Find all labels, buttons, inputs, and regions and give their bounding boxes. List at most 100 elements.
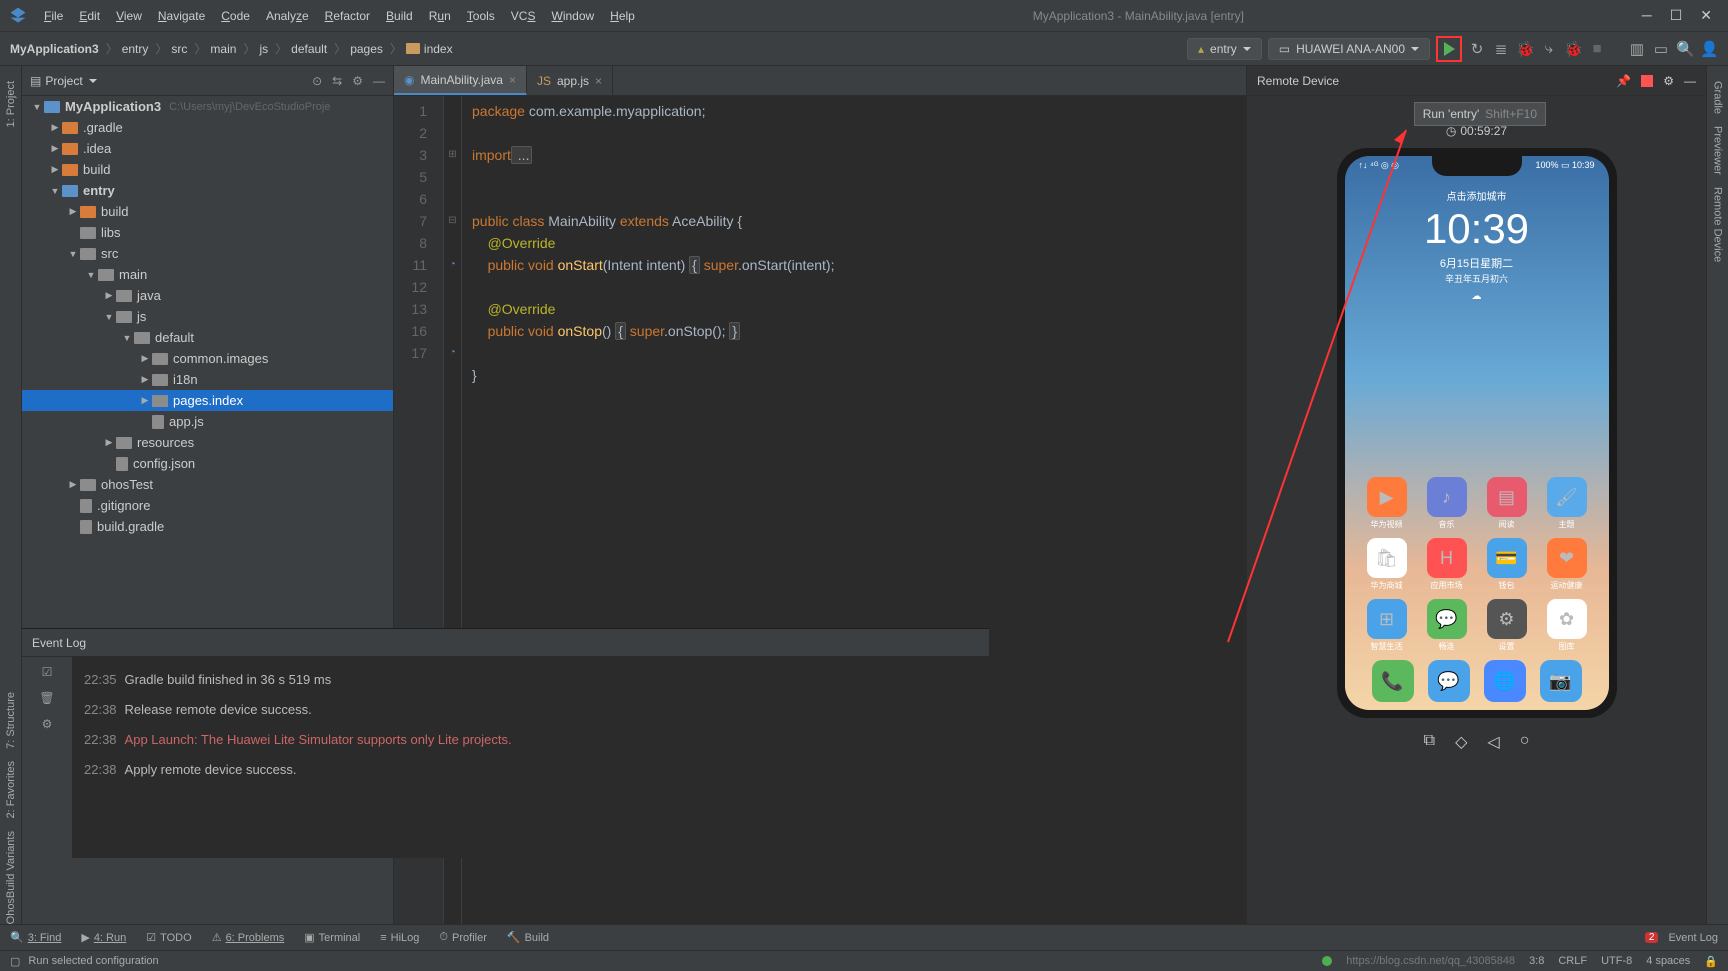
tool-remotedevice[interactable]: Remote Device (1712, 187, 1724, 262)
indent[interactable]: 4 spaces (1646, 955, 1690, 967)
gear-icon[interactable]: ⚙ (1663, 74, 1674, 88)
app-icon[interactable]: 🖌主题 (1543, 477, 1591, 530)
rerun-icon[interactable]: ↻ (1468, 40, 1486, 58)
close-icon[interactable]: × (595, 74, 602, 88)
minimize-button[interactable]: ─ (1642, 7, 1652, 24)
tree-item[interactable]: app.js (22, 411, 393, 432)
breadcrumb-item[interactable]: src (171, 42, 187, 56)
bb-hilog[interactable]: ≡ HiLog (380, 932, 419, 944)
tree-item[interactable]: ▶java (22, 285, 393, 306)
tree-item[interactable]: ▶pages.index (22, 390, 393, 411)
app-icon[interactable]: ♪音乐 (1423, 477, 1471, 530)
bb-build[interactable]: 🔨 Build (507, 931, 549, 944)
menu-analyze[interactable]: Analyze (258, 9, 317, 23)
run-config-dropdown[interactable]: ▴entry (1187, 38, 1262, 60)
coverage-icon[interactable]: ≣ (1492, 40, 1510, 58)
tree-item[interactable]: config.json (22, 453, 393, 474)
pin-icon[interactable]: 📌 (1616, 74, 1631, 88)
tool-project[interactable]: 1: Project (5, 81, 17, 127)
menu-tools[interactable]: Tools (459, 9, 503, 23)
tree-item[interactable]: ▼entry (22, 180, 393, 201)
tool-previewer[interactable]: Previewer (1712, 126, 1724, 175)
collapse-icon[interactable]: ⇆ (332, 74, 342, 88)
breadcrumb-root[interactable]: MyApplication3 (10, 42, 99, 56)
bb-eventlog[interactable]: Event Log (1668, 932, 1718, 944)
tree-item[interactable]: ▶i18n (22, 369, 393, 390)
window-icon[interactable]: ▢ (10, 955, 20, 968)
tool-favorites[interactable]: 2: Favorites (5, 761, 17, 818)
trash-icon[interactable]: 🗑 (39, 691, 54, 705)
menu-file[interactable]: File (36, 9, 71, 23)
tree-item[interactable]: ▼default (22, 327, 393, 348)
gear-icon[interactable]: ⚙ (352, 74, 363, 88)
tab-appjs[interactable]: JSapp.js× (527, 66, 613, 95)
attach-icon[interactable]: ⤷ (1540, 40, 1558, 58)
breadcrumb-item[interactable]: js (259, 42, 268, 56)
app-icon[interactable]: H应用市场 (1423, 538, 1471, 591)
debug-icon[interactable]: 🐞 (1516, 40, 1534, 58)
menu-navigate[interactable]: Navigate (150, 9, 213, 23)
menu-vcs[interactable]: VCS (503, 9, 544, 23)
tree-item[interactable]: ▶.gradle (22, 117, 393, 138)
menu-window[interactable]: Window (543, 9, 602, 23)
tree-item[interactable]: ▶.idea (22, 138, 393, 159)
breadcrumb-item[interactable]: entry (122, 42, 149, 56)
tree-root[interactable]: ▼ MyApplication3 C:\Users\myj\DevEcoStud… (22, 96, 393, 117)
lock-icon[interactable]: 🔒 (1704, 955, 1718, 968)
close-icon[interactable]: × (509, 73, 516, 87)
menu-build[interactable]: Build (378, 9, 421, 23)
profile-icon[interactable]: 👤 (1700, 40, 1718, 58)
app-icon[interactable]: ▶华为视频 (1363, 477, 1411, 530)
run-button[interactable] (1436, 36, 1462, 62)
tab-mainability[interactable]: ◉MainAbility.java× (394, 66, 527, 95)
device-dropdown[interactable]: ▭HUAWEI ANA-AN00 (1268, 38, 1430, 60)
bb-todo[interactable]: ☑ TODO (146, 931, 191, 944)
app-icon[interactable]: 💳钱包 (1483, 538, 1531, 591)
menu-run[interactable]: Run (421, 9, 459, 23)
eventlog-body[interactable]: 22:35Gradle build finished in 36 s 519 m… (72, 657, 989, 858)
line-sep[interactable]: CRLF (1558, 955, 1587, 967)
menu-view[interactable]: View (108, 9, 150, 23)
tree-item[interactable]: libs (22, 222, 393, 243)
tree-item[interactable]: .gitignore (22, 495, 393, 516)
tree-item[interactable]: ▶common.images (22, 348, 393, 369)
tree-item[interactable]: ▶ohosTest (22, 474, 393, 495)
debug2-icon[interactable]: 🐞 (1564, 40, 1582, 58)
target-icon[interactable]: ⊙ (312, 74, 322, 88)
minimize-panel-icon[interactable]: — (1684, 74, 1696, 88)
cursor-pos[interactable]: 3:8 (1529, 955, 1544, 967)
menu-edit[interactable]: Edit (71, 9, 108, 23)
tree-item[interactable]: ▶build (22, 159, 393, 180)
menu-help[interactable]: Help (602, 9, 643, 23)
preview-icon[interactable]: ▭ (1652, 40, 1670, 58)
app-icon[interactable]: ▤阅读 (1483, 477, 1531, 530)
breadcrumb-item[interactable]: index (424, 42, 453, 56)
tree-item[interactable]: ▶resources (22, 432, 393, 453)
stop-device-button[interactable] (1641, 75, 1653, 87)
tree-item[interactable]: ▼main (22, 264, 393, 285)
bb-find[interactable]: 🔍 3: Find (10, 931, 61, 944)
bb-problems[interactable]: ⚠ 6: Problems (212, 931, 285, 944)
stop-icon[interactable]: ■ (1588, 40, 1606, 58)
bb-profiler[interactable]: ⏱ Profiler (439, 931, 486, 944)
settings-icon[interactable]: ⚙ (42, 717, 53, 731)
maximize-button[interactable]: ☐ (1670, 7, 1683, 24)
hide-icon[interactable]: — (373, 74, 385, 88)
breadcrumb-item[interactable]: pages (350, 42, 383, 56)
tree-item[interactable]: build.gradle (22, 516, 393, 537)
tool-gradle[interactable]: Gradle (1712, 81, 1724, 114)
encoding[interactable]: UTF-8 (1601, 955, 1632, 967)
app-icon[interactable]: 🛍华为商城 (1363, 538, 1411, 591)
filter-icon[interactable]: ☑ (42, 665, 53, 679)
tree-item[interactable]: ▼js (22, 306, 393, 327)
tool-ohos[interactable]: OhosBuild Variants (5, 831, 17, 924)
breadcrumb-item[interactable]: default (291, 42, 327, 56)
tree-item[interactable]: ▼src (22, 243, 393, 264)
tree-item[interactable]: ▶build (22, 201, 393, 222)
menu-refactor[interactable]: Refactor (317, 9, 378, 23)
breadcrumb-item[interactable]: main (210, 42, 236, 56)
phone-screen[interactable]: ↑↓ ⁴ᴳ ◎ ◎100% ▭ 10:39 点击添加城市 10:39 6月15日… (1345, 156, 1609, 710)
menu-code[interactable]: Code (213, 9, 258, 23)
bb-terminal[interactable]: ▣ Terminal (304, 931, 360, 944)
close-button[interactable]: ✕ (1700, 7, 1712, 24)
